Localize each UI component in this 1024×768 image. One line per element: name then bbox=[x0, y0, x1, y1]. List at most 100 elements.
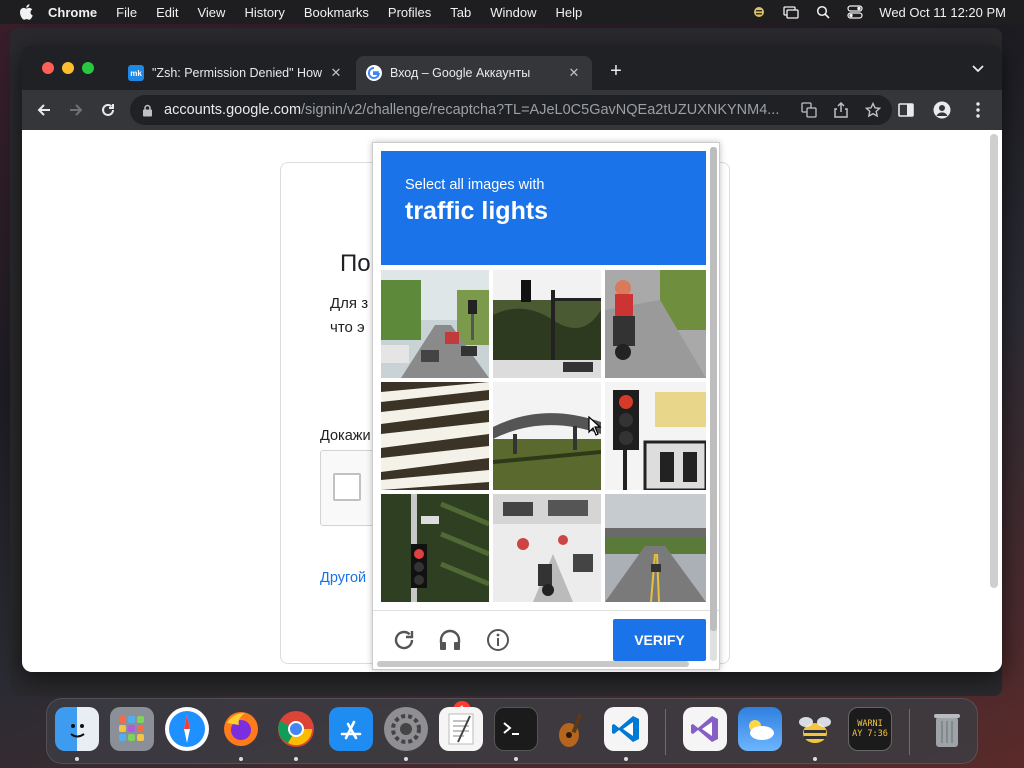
browser-toolbar: accounts.google.com /signin/v2/challenge… bbox=[22, 90, 1002, 130]
translate-icon[interactable] bbox=[800, 101, 818, 119]
scrollbar-thumb[interactable] bbox=[710, 147, 717, 631]
challenge-target: traffic lights bbox=[405, 197, 549, 225]
spotlight-search-icon[interactable] bbox=[815, 5, 831, 19]
image-tile-4[interactable] bbox=[381, 382, 489, 490]
close-tab-icon[interactable]: ✕ bbox=[566, 65, 582, 81]
running-indicator bbox=[75, 757, 79, 761]
menu-clock[interactable]: Wed Oct 11 12:20 PM bbox=[879, 5, 1006, 20]
reload-challenge-icon[interactable] bbox=[391, 627, 417, 653]
challenge-horizontal-scrollbar[interactable] bbox=[377, 661, 689, 667]
tab-google-signin[interactable]: Вход – Google Аккаунты ✕ bbox=[356, 56, 592, 90]
running-indicator bbox=[404, 757, 408, 761]
running-indicator bbox=[239, 757, 243, 761]
terminal-icon[interactable] bbox=[494, 707, 538, 751]
menu-chrome[interactable]: Chrome bbox=[48, 5, 97, 20]
back-button[interactable] bbox=[28, 94, 60, 126]
visual-studio-icon[interactable] bbox=[683, 707, 727, 751]
image-tile-5[interactable] bbox=[493, 382, 601, 490]
trash-icon[interactable] bbox=[925, 707, 969, 751]
menu-tab[interactable]: Tab bbox=[450, 5, 471, 20]
prove-label: Докажи bbox=[320, 428, 371, 444]
menu-history[interactable]: History bbox=[244, 5, 284, 20]
chrome-icon[interactable] bbox=[274, 707, 318, 751]
verify-button[interactable]: VERIFY bbox=[613, 619, 706, 661]
tab-strip: mk "Zsh: Permission Denied" How ✕ Вход –… bbox=[22, 46, 1002, 90]
menu-help[interactable]: Help bbox=[556, 5, 583, 20]
menu-edit[interactable]: Edit bbox=[156, 5, 178, 20]
try-another-way-link[interactable]: Другой bbox=[320, 570, 366, 586]
challenge-vertical-scrollbar[interactable] bbox=[710, 147, 717, 661]
close-window-button[interactable] bbox=[42, 62, 54, 74]
share-icon[interactable] bbox=[832, 101, 850, 119]
info-icon[interactable] bbox=[485, 627, 511, 653]
forward-button[interactable] bbox=[60, 94, 92, 126]
apple-icon[interactable] bbox=[18, 4, 34, 20]
system-settings-icon[interactable] bbox=[384, 707, 428, 751]
cyberduck-icon[interactable] bbox=[793, 707, 837, 751]
image-tile-3[interactable] bbox=[605, 270, 706, 378]
mouse-cursor-icon bbox=[588, 416, 602, 436]
dock-separator bbox=[665, 709, 666, 755]
dock: 1 WARNI AY 7:36 bbox=[46, 698, 978, 764]
address-bar[interactable]: accounts.google.com /signin/v2/challenge… bbox=[130, 95, 892, 125]
image-tile-7[interactable] bbox=[381, 494, 489, 602]
recaptcha-challenge: Select all images with traffic lights VE… bbox=[372, 142, 720, 670]
url-path: /signin/v2/challenge/recaptcha?TL=AJeL0C… bbox=[301, 102, 780, 118]
textedit-icon[interactable] bbox=[439, 707, 483, 751]
image-tile-2[interactable] bbox=[493, 270, 601, 378]
page-title: По bbox=[340, 250, 371, 277]
window-controls bbox=[42, 62, 94, 74]
safari-icon[interactable] bbox=[165, 707, 209, 751]
recaptcha-checkbox[interactable] bbox=[333, 473, 361, 501]
side-panel-icon[interactable] bbox=[890, 94, 922, 126]
url-host: accounts.google.com bbox=[164, 102, 302, 118]
menu-profiles[interactable]: Profiles bbox=[388, 5, 431, 20]
finder-icon[interactable] bbox=[55, 707, 99, 751]
app-store-icon[interactable] bbox=[329, 707, 373, 751]
firefox-icon[interactable] bbox=[219, 707, 263, 751]
bookmark-star-icon[interactable] bbox=[864, 101, 882, 119]
new-tab-button[interactable]: + bbox=[606, 60, 626, 83]
lock-icon[interactable] bbox=[142, 104, 154, 117]
minimize-window-button[interactable] bbox=[62, 62, 74, 74]
maximize-window-button[interactable] bbox=[82, 62, 94, 74]
tab-title: Вход – Google Аккаунты bbox=[390, 66, 531, 80]
menu-file[interactable]: File bbox=[116, 5, 137, 20]
running-indicator bbox=[624, 757, 628, 761]
recaptcha-widget bbox=[320, 450, 380, 526]
close-tab-icon[interactable]: ✕ bbox=[328, 65, 344, 81]
image-tile-6[interactable] bbox=[605, 382, 706, 490]
page-scrollbar[interactable] bbox=[990, 134, 998, 588]
mk-favicon-icon: mk bbox=[128, 65, 144, 81]
tab-zsh-permission[interactable]: mk "Zsh: Permission Denied" How ✕ bbox=[118, 56, 354, 90]
menu-view[interactable]: View bbox=[197, 5, 225, 20]
image-tile-9[interactable] bbox=[605, 494, 706, 602]
google-icon bbox=[366, 65, 382, 81]
launchpad-icon[interactable] bbox=[110, 707, 154, 751]
menu-bar: Chrome File Edit View History Bookmarks … bbox=[0, 0, 1024, 24]
image-tile-8[interactable] bbox=[493, 494, 601, 602]
running-indicator bbox=[514, 757, 518, 761]
control-center-icon[interactable] bbox=[847, 5, 863, 19]
chrome-menu-icon[interactable] bbox=[962, 94, 994, 126]
menu-bookmarks[interactable]: Bookmarks bbox=[304, 5, 369, 20]
image-tile-1[interactable] bbox=[381, 270, 489, 378]
profile-avatar-icon[interactable] bbox=[926, 94, 958, 126]
instruments-icon[interactable] bbox=[549, 707, 593, 751]
bee-status-icon[interactable] bbox=[751, 5, 767, 19]
dock-separator bbox=[909, 709, 910, 755]
tab-title: "Zsh: Permission Denied" How bbox=[152, 66, 322, 80]
running-indicator bbox=[294, 757, 298, 761]
challenge-header: Select all images with traffic lights bbox=[381, 151, 706, 265]
running-indicator bbox=[813, 757, 817, 761]
tab-search-chevron-icon[interactable] bbox=[972, 64, 984, 76]
screen-mirroring-icon[interactable] bbox=[783, 5, 799, 19]
console-icon[interactable]: WARNI AY 7:36 bbox=[848, 707, 892, 751]
image-grid bbox=[381, 270, 706, 602]
audio-challenge-icon[interactable] bbox=[437, 627, 463, 653]
challenge-instruction: Select all images with bbox=[405, 177, 545, 193]
vscode-icon[interactable] bbox=[604, 707, 648, 751]
reload-button[interactable] bbox=[92, 94, 124, 126]
menu-window[interactable]: Window bbox=[490, 5, 536, 20]
weather-icon[interactable] bbox=[738, 707, 782, 751]
